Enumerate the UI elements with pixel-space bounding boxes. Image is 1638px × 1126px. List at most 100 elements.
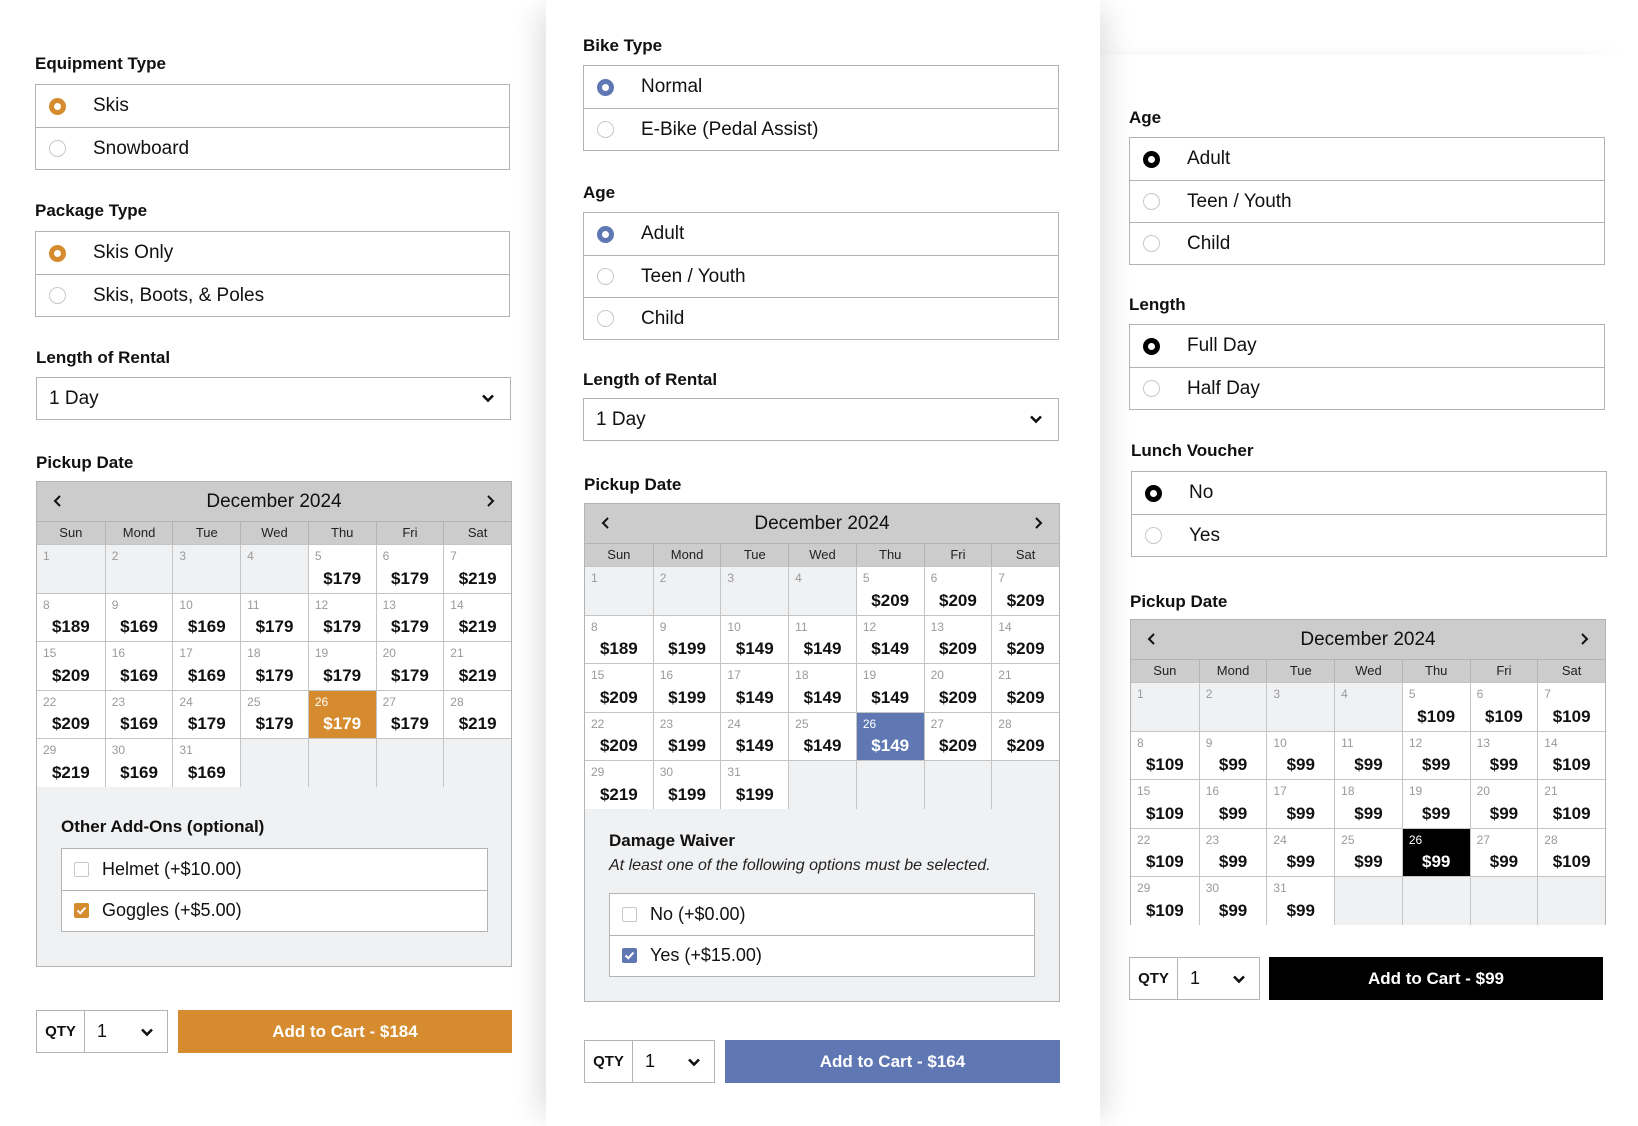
calendar-day[interactable]: 20 $179 [375, 641, 444, 690]
radio-unselected-icon[interactable] [1143, 235, 1160, 252]
length-of-rental-select[interactable]: 1 Day [583, 398, 1059, 441]
calendar-day[interactable]: 29 $219 [585, 760, 653, 809]
calendar-day[interactable]: 15 $209 [37, 641, 105, 690]
calendar-day[interactable]: 19 $149 [855, 663, 924, 712]
add-to-cart-button[interactable]: Add to Cart - $99 [1269, 957, 1603, 1000]
calendar-day[interactable]: 30 $99 [1198, 876, 1267, 925]
calendar-day[interactable]: 23 $99 [1198, 827, 1267, 876]
calendar-day[interactable]: 20 $99 [1469, 779, 1538, 828]
radio-option[interactable]: Teen / Youth [1130, 180, 1604, 222]
checkbox-option[interactable]: No (+$0.00) [610, 894, 1034, 935]
calendar-day[interactable]: 11 $179 [240, 592, 308, 641]
calendar-day[interactable]: 27 $99 [1469, 827, 1538, 876]
qty-value[interactable]: 1 [633, 1041, 714, 1082]
radio-option[interactable]: Child [584, 297, 1058, 339]
calendar-day[interactable]: 30 $199 [652, 760, 721, 809]
calendar-day[interactable]: 6 $209 [923, 566, 992, 615]
radio-selected-icon[interactable] [597, 225, 614, 243]
calendar-day[interactable]: 13 $99 [1469, 730, 1538, 779]
calendar-day[interactable]: 21 $109 [1537, 779, 1605, 828]
calendar-day[interactable]: 22 $209 [37, 689, 105, 738]
calendar-day[interactable]: 28 $209 [991, 711, 1059, 760]
calendar-day[interactable]: 10 $99 [1266, 730, 1335, 779]
calendar-day[interactable]: 15 $209 [585, 663, 653, 712]
calendar-day[interactable]: 12 $99 [1401, 730, 1470, 779]
calendar-day[interactable]: 21 $219 [443, 641, 511, 690]
calendar-day[interactable]: 17 $169 [172, 641, 241, 690]
calendar-day[interactable]: 12 $149 [855, 614, 924, 663]
quantity-select[interactable]: QTY 1 [584, 1040, 715, 1083]
radio-option[interactable]: Adult [1130, 138, 1604, 180]
qty-value[interactable]: 1 [1178, 958, 1259, 999]
calendar-day[interactable]: 24 $149 [720, 711, 789, 760]
calendar-day[interactable]: 14 $209 [991, 614, 1059, 663]
calendar-day[interactable]: 10 $149 [720, 614, 789, 663]
calendar-day[interactable]: 27 $179 [375, 689, 444, 738]
calendar-day[interactable]: 28 $109 [1537, 827, 1605, 876]
next-month-button[interactable] [1027, 512, 1049, 534]
radio-option[interactable]: E-Bike (Pedal Assist) [584, 108, 1058, 150]
qty-value[interactable]: 1 [85, 1011, 167, 1052]
calendar-day[interactable]: 19 $99 [1401, 779, 1470, 828]
calendar-day[interactable]: 9 $99 [1198, 730, 1267, 779]
calendar-day[interactable]: 16 $169 [104, 641, 173, 690]
calendar-day[interactable]: 17 $99 [1266, 779, 1335, 828]
calendar-day[interactable]: 22 $209 [585, 711, 653, 760]
calendar-day[interactable]: 9 $199 [652, 614, 721, 663]
calendar-day-selected[interactable]: 26 $149 [855, 711, 924, 760]
radio-option[interactable]: Teen / Youth [584, 255, 1058, 297]
radio-selected-icon[interactable] [597, 78, 614, 96]
calendar-day[interactable]: 29 $109 [1131, 876, 1199, 925]
radio-unselected-icon[interactable] [1143, 380, 1160, 397]
radio-option[interactable]: Half Day [1130, 367, 1604, 409]
calendar-day[interactable]: 8 $189 [37, 592, 105, 641]
calendar-day[interactable]: 21 $209 [991, 663, 1059, 712]
radio-option[interactable]: Skis Only [36, 232, 509, 274]
calendar-day[interactable]: 6 $109 [1469, 682, 1538, 731]
calendar-day[interactable]: 23 $169 [104, 689, 173, 738]
radio-unselected-icon[interactable] [1145, 527, 1162, 544]
prev-month-button[interactable] [1141, 628, 1163, 650]
checkbox-checked-icon[interactable] [74, 903, 89, 918]
radio-option[interactable]: No [1132, 472, 1606, 514]
radio-unselected-icon[interactable] [1143, 193, 1160, 210]
calendar-day[interactable]: 8 $109 [1131, 730, 1199, 779]
quantity-select[interactable]: QTY 1 [36, 1010, 168, 1053]
calendar-day[interactable]: 18 $99 [1334, 779, 1402, 828]
calendar-day[interactable]: 6 $179 [375, 544, 444, 593]
radio-option[interactable]: Child [1130, 222, 1604, 264]
quantity-select[interactable]: QTY 1 [1129, 957, 1260, 1000]
checkbox-option[interactable]: Helmet (+$10.00) [62, 849, 487, 890]
calendar-day[interactable]: 18 $179 [240, 641, 308, 690]
calendar-day[interactable]: 24 $99 [1266, 827, 1335, 876]
calendar-day[interactable]: 24 $179 [172, 689, 241, 738]
calendar-day[interactable]: 11 $99 [1334, 730, 1402, 779]
calendar-day[interactable]: 16 $199 [652, 663, 721, 712]
calendar-day[interactable]: 23 $199 [652, 711, 721, 760]
calendar-day[interactable]: 18 $149 [788, 663, 856, 712]
calendar-day-selected[interactable]: 26 $99 [1401, 827, 1470, 876]
radio-unselected-icon[interactable] [597, 310, 614, 327]
calendar-day[interactable]: 11 $149 [788, 614, 856, 663]
length-of-rental-select[interactable]: 1 Day [36, 377, 511, 420]
calendar-day[interactable]: 25 $99 [1334, 827, 1402, 876]
add-to-cart-button[interactable]: Add to Cart - $164 [725, 1040, 1060, 1083]
calendar-day[interactable]: 31 $169 [172, 738, 241, 787]
radio-option[interactable]: Full Day [1130, 325, 1604, 367]
next-month-button[interactable] [479, 490, 501, 512]
calendar-day[interactable]: 13 $209 [923, 614, 992, 663]
checkbox-unchecked-icon[interactable] [74, 861, 89, 877]
calendar-day[interactable]: 29 $219 [37, 738, 105, 787]
checkbox-option[interactable]: Yes (+$15.00) [610, 934, 1034, 976]
radio-unselected-icon[interactable] [597, 121, 614, 138]
calendar-day[interactable]: 12 $179 [307, 592, 376, 641]
calendar-day[interactable]: 15 $109 [1131, 779, 1199, 828]
radio-option[interactable]: Normal [584, 66, 1058, 108]
calendar-day[interactable]: 7 $219 [443, 544, 511, 593]
radio-selected-icon[interactable] [1143, 337, 1160, 355]
calendar-day[interactable]: 14 $219 [443, 592, 511, 641]
checkbox-checked-icon[interactable] [622, 948, 637, 963]
calendar-day[interactable]: 25 $179 [240, 689, 308, 738]
radio-unselected-icon[interactable] [597, 268, 614, 285]
radio-unselected-icon[interactable] [49, 140, 66, 157]
